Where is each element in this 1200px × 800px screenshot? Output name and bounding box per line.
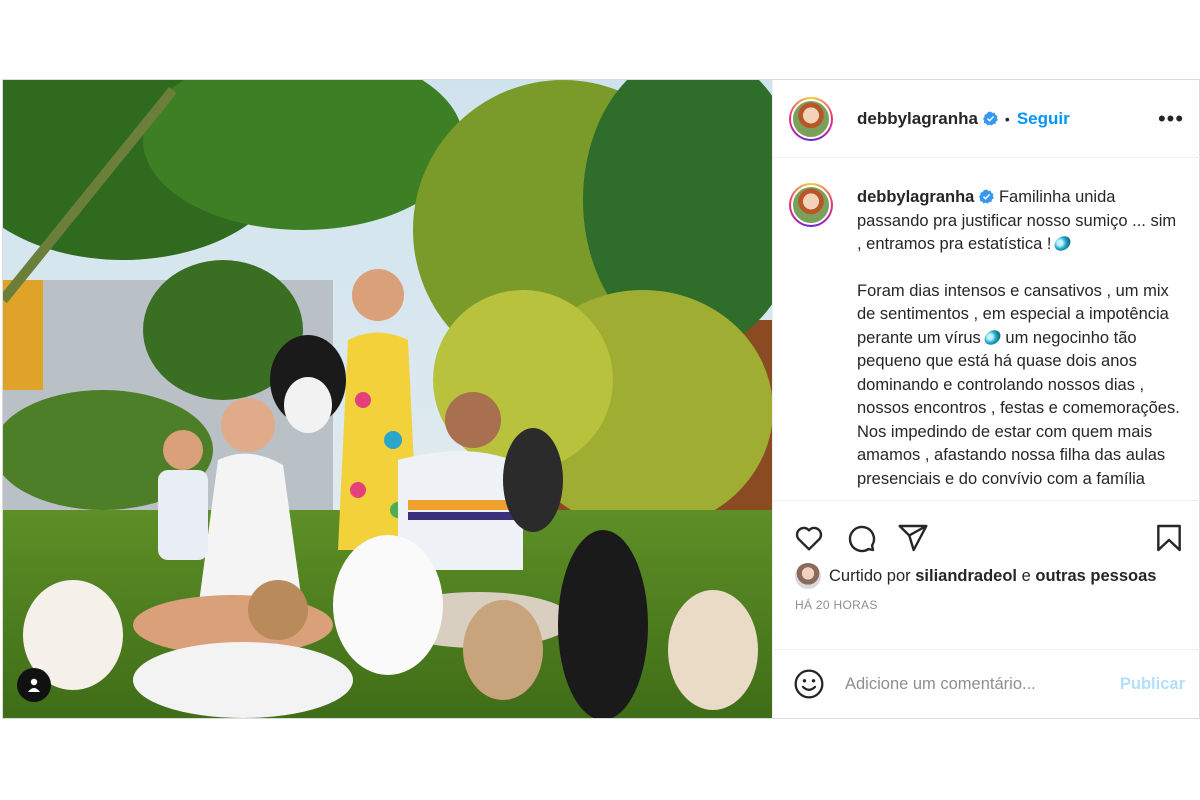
gem-emoji — [1052, 233, 1074, 254]
liker-avatar[interactable] — [795, 563, 821, 589]
header-separator: • — [1004, 110, 1010, 127]
follow-button[interactable]: Seguir — [1017, 109, 1070, 129]
author-username[interactable]: debbylagranha — [857, 109, 978, 129]
verified-badge-icon — [982, 111, 998, 126]
smiley-icon[interactable] — [793, 668, 825, 700]
likes-user-link[interactable]: siliandradeol — [915, 567, 1017, 586]
verified-badge-icon — [979, 189, 995, 204]
likes-others-link[interactable]: outras pessoas — [1035, 567, 1156, 586]
author-avatar[interactable] — [789, 96, 833, 141]
action-bar — [773, 500, 1200, 558]
post-timestamp[interactable]: HÁ 20 HORAS — [773, 594, 1200, 624]
post-header: debbylagranha • Seguir ••• — [773, 80, 1200, 158]
post-photo[interactable] — [3, 80, 772, 718]
likes-summary: Curtido por siliandradeol e outras pesso… — [773, 558, 1200, 594]
caption-section: debbylagranha Familinha unida passando p… — [773, 158, 1200, 500]
bookmark-icon[interactable] — [1153, 522, 1185, 554]
user-tag-icon — [28, 678, 40, 692]
post-caption: debbylagranha Familinha unida passando p… — [857, 186, 1185, 500]
more-options-button[interactable]: ••• — [1157, 107, 1185, 130]
likes-joiner: e — [1021, 566, 1031, 585]
post-sidebar: debbylagranha • Seguir ••• debbylagranha… — [772, 80, 1200, 718]
comment-composer: Publicar — [773, 649, 1200, 718]
publish-button[interactable]: Publicar — [1120, 675, 1185, 694]
instagram-post: debbylagranha • Seguir ••• debbylagranha… — [2, 79, 1200, 719]
comment-bubble-icon[interactable] — [845, 522, 877, 554]
caption-paragraph-2b: um negocinho tão pequeno que está há qua… — [857, 328, 1180, 488]
comment-input[interactable] — [843, 673, 1120, 695]
gem-emoji — [981, 326, 1004, 348]
likes-prefix: Curtido por — [829, 566, 911, 585]
tagged-users-button[interactable] — [17, 668, 51, 702]
caption-author-avatar[interactable] — [789, 183, 833, 227]
heart-icon[interactable] — [793, 522, 825, 554]
family-photo-illustration — [3, 80, 772, 718]
paper-plane-icon[interactable] — [897, 522, 929, 554]
caption-username[interactable]: debbylagranha — [857, 188, 974, 206]
